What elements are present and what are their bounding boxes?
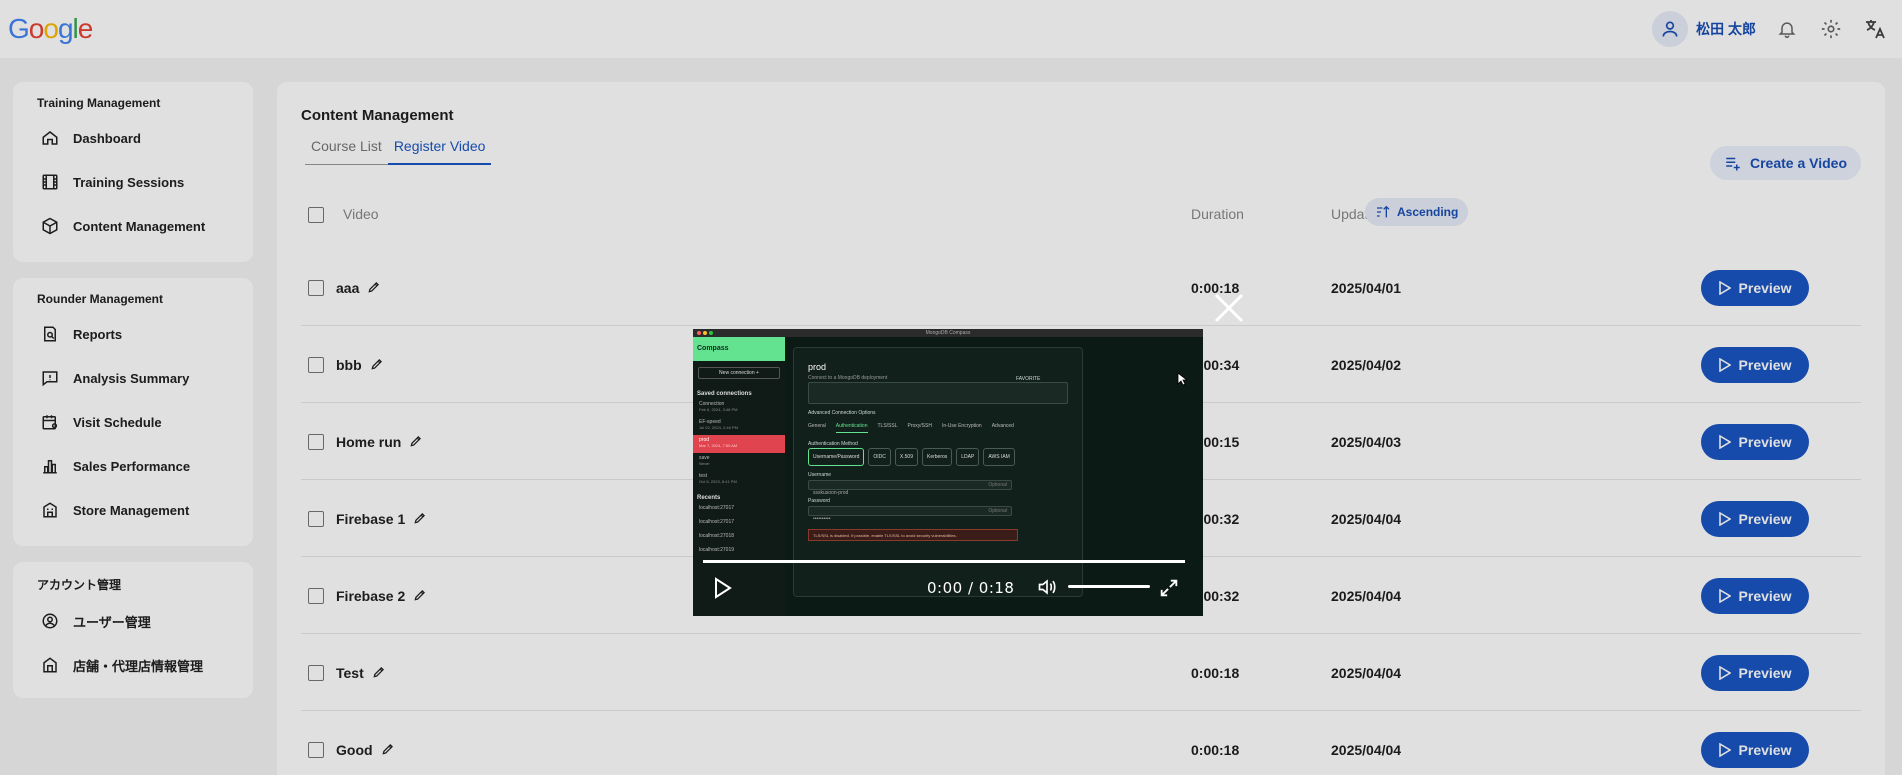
video-player[interactable]: MongoDB Compass Compass New connection +… bbox=[693, 329, 1203, 616]
compass-conn-date: Never bbox=[699, 461, 710, 466]
compass-conn-name: prod bbox=[808, 362, 827, 372]
compass-username-label: Username bbox=[808, 472, 832, 478]
compass-auth-method: AWS IAM bbox=[983, 448, 1015, 466]
compass-auth-method: Kerberos bbox=[921, 448, 953, 466]
video-progress-bar[interactable] bbox=[703, 560, 1185, 563]
compass-tab: Authentication bbox=[835, 423, 868, 433]
compass-saved-connection: EF-speed Jul 02, 2024, 2:46 PM bbox=[693, 417, 785, 435]
fullscreen-icon[interactable] bbox=[1158, 577, 1180, 604]
compass-uri-field bbox=[808, 382, 1068, 404]
mouse-cursor-icon bbox=[1177, 372, 1189, 386]
compass-saved-heading: Saved connections bbox=[697, 391, 752, 397]
compass-saved-connection: save Never bbox=[693, 453, 785, 471]
compass-tab: General bbox=[808, 423, 826, 429]
close-icon[interactable] bbox=[1211, 290, 1247, 326]
compass-optional: Optional bbox=[988, 508, 1007, 514]
compass-conn-date: Oct 8, 2023, 8:41 PM bbox=[699, 479, 737, 484]
video-time: 0:00 / 0:18 bbox=[927, 579, 1015, 597]
compass-saved-connection: prod Mar 7, 2024, 7:50 AM bbox=[693, 435, 785, 453]
compass-tab: TLS/SSL bbox=[877, 423, 898, 429]
compass-username-field: ssskusoon-prod Optional bbox=[808, 480, 1012, 496]
play-icon[interactable] bbox=[713, 577, 733, 604]
compass-advanced: Advanced Connection Options bbox=[808, 410, 876, 416]
compass-conn-date: Jul 02, 2024, 2:46 PM bbox=[699, 425, 738, 430]
volume-icon[interactable] bbox=[1037, 577, 1057, 602]
video-controls: 0:00 / 0:18 bbox=[693, 569, 1203, 616]
compass-recent-connection: localhost:27019 bbox=[699, 547, 735, 553]
compass-new-connection: New connection + bbox=[698, 367, 780, 379]
volume-slider[interactable] bbox=[1068, 585, 1150, 588]
compass-tab: Proxy/SSH bbox=[907, 423, 932, 429]
compass-username-value: ssskusoon-prod bbox=[813, 490, 849, 496]
compass-tls-warning: TLS/SSL is disabled. If possible, enable… bbox=[808, 529, 1018, 541]
compass-auth-method: OIDC bbox=[868, 448, 891, 466]
compass-conn-date: Feb 6, 2024, 3:48 PM bbox=[699, 407, 738, 412]
compass-tab: In-Use Encryption bbox=[941, 423, 982, 429]
compass-saved-connection: test Oct 8, 2023, 8:41 PM bbox=[693, 471, 785, 489]
compass-password-field: •••••••••• Optional bbox=[808, 506, 1012, 522]
compass-password-label: Password bbox=[808, 498, 830, 504]
compass-auth-methods: Username/Password OIDC X.509 Kerberos LDAP AW… bbox=[808, 448, 1015, 468]
compass-optional: Optional bbox=[988, 482, 1007, 488]
compass-auth-method: LDAP bbox=[956, 448, 980, 466]
compass-password-value: •••••••••• bbox=[813, 516, 831, 522]
compass-conn-sub: Connect to a MongoDB deployment bbox=[808, 375, 888, 381]
window-title: MongoDB Compass bbox=[925, 330, 971, 336]
compass-recent-connection: localhost:27018 bbox=[699, 533, 735, 539]
compass-app-name: Compass bbox=[693, 337, 785, 361]
compass-conn-date: Mar 7, 2024, 7:50 AM bbox=[699, 443, 738, 448]
compass-auth-label: Authentication Method bbox=[808, 441, 858, 447]
compass-recent-connection: localhost:27017 bbox=[699, 519, 735, 525]
compass-recents-heading: Recents bbox=[697, 495, 721, 501]
compass-recent-connection: localhost:27017 bbox=[699, 505, 735, 511]
compass-auth-method: Username/Password bbox=[808, 448, 865, 466]
compass-tab: Advanced bbox=[991, 423, 1014, 429]
compass-tabs: General Authentication TLS/SSL Proxy/SSH In-… bbox=[808, 423, 1078, 433]
compass-auth-method: X.509 bbox=[894, 448, 918, 466]
compass-saved-connection: Connection Feb 6, 2024, 3:48 PM bbox=[693, 399, 785, 417]
window-title-bar: MongoDB Compass bbox=[693, 329, 1203, 337]
